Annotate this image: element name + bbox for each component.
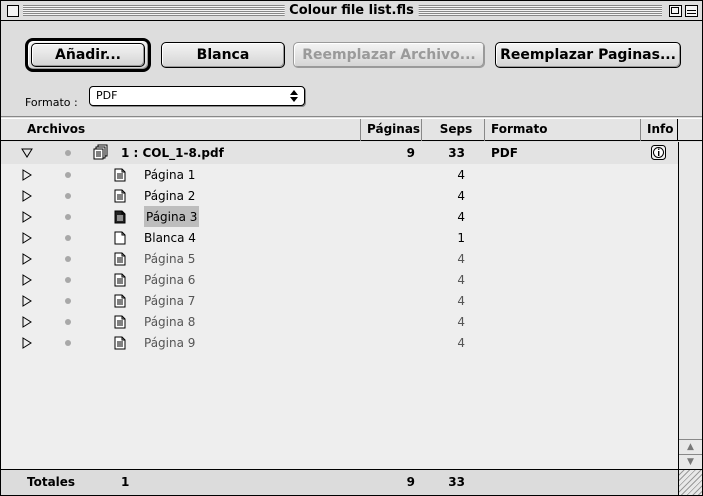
list-item-seps: 4 [457,336,465,350]
replace-pages-button[interactable]: Reemplazar Paginas... [495,42,681,68]
scroll-down-arrow-icon[interactable]: ▼ [679,454,702,469]
list-item-seps: 4 [457,189,465,203]
status-dot-icon [65,298,71,304]
page-icon [114,294,126,308]
list-item-seps: 4 [457,315,465,329]
list-item[interactable]: Página 7 4 [1,290,678,312]
list-item-name: Página 6 [144,273,196,287]
list-item-name: Página 5 [144,252,196,266]
list-item-name: Página 7 [144,294,196,308]
list-item-name: Blanca 4 [144,231,196,245]
status-dot-icon [65,277,71,283]
list-item-name: Página 1 [144,168,196,182]
status-dot-icon [65,319,71,325]
column-format[interactable]: Formato [485,119,641,141]
list-item[interactable]: Página 3 4 [1,206,678,228]
disclosure-collapsed-icon[interactable] [21,332,33,357]
multi-page-icon [93,144,109,160]
list-item-seps: 1 [457,231,465,245]
add-button-ring[interactable]: Añadir... [25,38,151,72]
group-name: 1 : COL_1-8.pdf [121,146,224,160]
close-box-icon[interactable] [7,5,19,17]
blank-page-icon [114,231,126,245]
list-item-seps: 4 [457,273,465,287]
add-button[interactable]: Añadir... [31,43,145,67]
status-dot-icon [65,193,71,199]
resize-grip-icon[interactable] [678,470,702,495]
column-seps[interactable]: Seps [422,119,485,141]
list-item[interactable]: Página 9 4 [1,332,678,354]
list-item-seps: 4 [457,252,465,266]
totals-pages: 9 [406,475,415,489]
disclosure-expanded-icon[interactable] [21,142,33,166]
totals-seps: 33 [448,475,465,489]
replace-file-button[interactable]: Reemplazar Archivo... [293,42,485,68]
list-item[interactable]: Página 5 4 [1,248,678,270]
window-title: Colour file list.fls [284,2,419,19]
list-item[interactable]: Página 2 4 [1,185,678,207]
list-item-name: Página 3 [144,206,200,228]
list-item[interactable]: Página 1 4 [1,164,678,186]
format-popup-value: PDF [96,89,118,102]
list-item-seps: 4 [457,210,465,224]
page-icon [114,210,126,224]
group-seps: 33 [448,146,465,160]
page-icon [114,252,126,266]
collapse-box-icon[interactable] [685,5,698,17]
popup-arrows-icon [287,89,301,103]
list-header: Archivos Páginas Seps Formato Info [1,118,702,141]
list-item[interactable]: Página 8 4 [1,311,678,333]
status-dot-icon [65,340,71,346]
vertical-scrollbar[interactable]: ▲ ▼ [678,142,702,469]
group-format: PDF [491,146,518,160]
column-pages[interactable]: Páginas [361,119,422,141]
page-icon [114,315,126,329]
list-item-seps: 4 [457,168,465,182]
page-icon [114,273,126,287]
column-files[interactable]: Archivos [21,119,361,141]
status-dot-icon [65,256,71,262]
list-item[interactable]: Página 6 4 [1,269,678,291]
page-icon [114,336,126,350]
totals-bar: Totales 1 9 33 [1,469,702,495]
status-dot-icon [65,214,71,220]
list-item-name: Página 8 [144,315,196,329]
format-label: Formato : [25,96,78,109]
page-icon [114,168,126,182]
status-dot-icon [65,172,71,178]
group-row[interactable]: 1 : COL_1-8.pdf 9 33 PDF [1,142,678,164]
blank-button[interactable]: Blanca [161,42,285,68]
list-item[interactable]: Blanca 4 1 [1,227,678,249]
scroll-up-arrow-icon[interactable]: ▲ [679,439,702,454]
file-list: 1 : COL_1-8.pdf 9 33 PDF Página 1 4 Página… [1,142,678,469]
totals-label: Totales [27,475,76,489]
list-item-seps: 4 [457,294,465,308]
list-item-name: Página 2 [144,189,196,203]
toolbar: Añadir... Blanca Reemplazar Archivo... R… [1,22,702,117]
totals-files: 1 [121,475,130,489]
status-dot-icon [65,150,71,156]
page-icon [114,189,126,203]
format-popup[interactable]: PDF [89,86,305,106]
title-bar[interactable]: Colour file list.fls [1,1,702,21]
column-info[interactable]: Info [641,119,678,141]
zoom-box-icon[interactable] [669,5,682,17]
list-item-name: Página 9 [144,336,196,350]
info-icon[interactable] [651,145,666,160]
group-pages: 9 [406,146,415,160]
file-list-window: Colour file list.fls Añadir... Blanca Re… [0,0,703,496]
status-dot-icon [65,235,71,241]
